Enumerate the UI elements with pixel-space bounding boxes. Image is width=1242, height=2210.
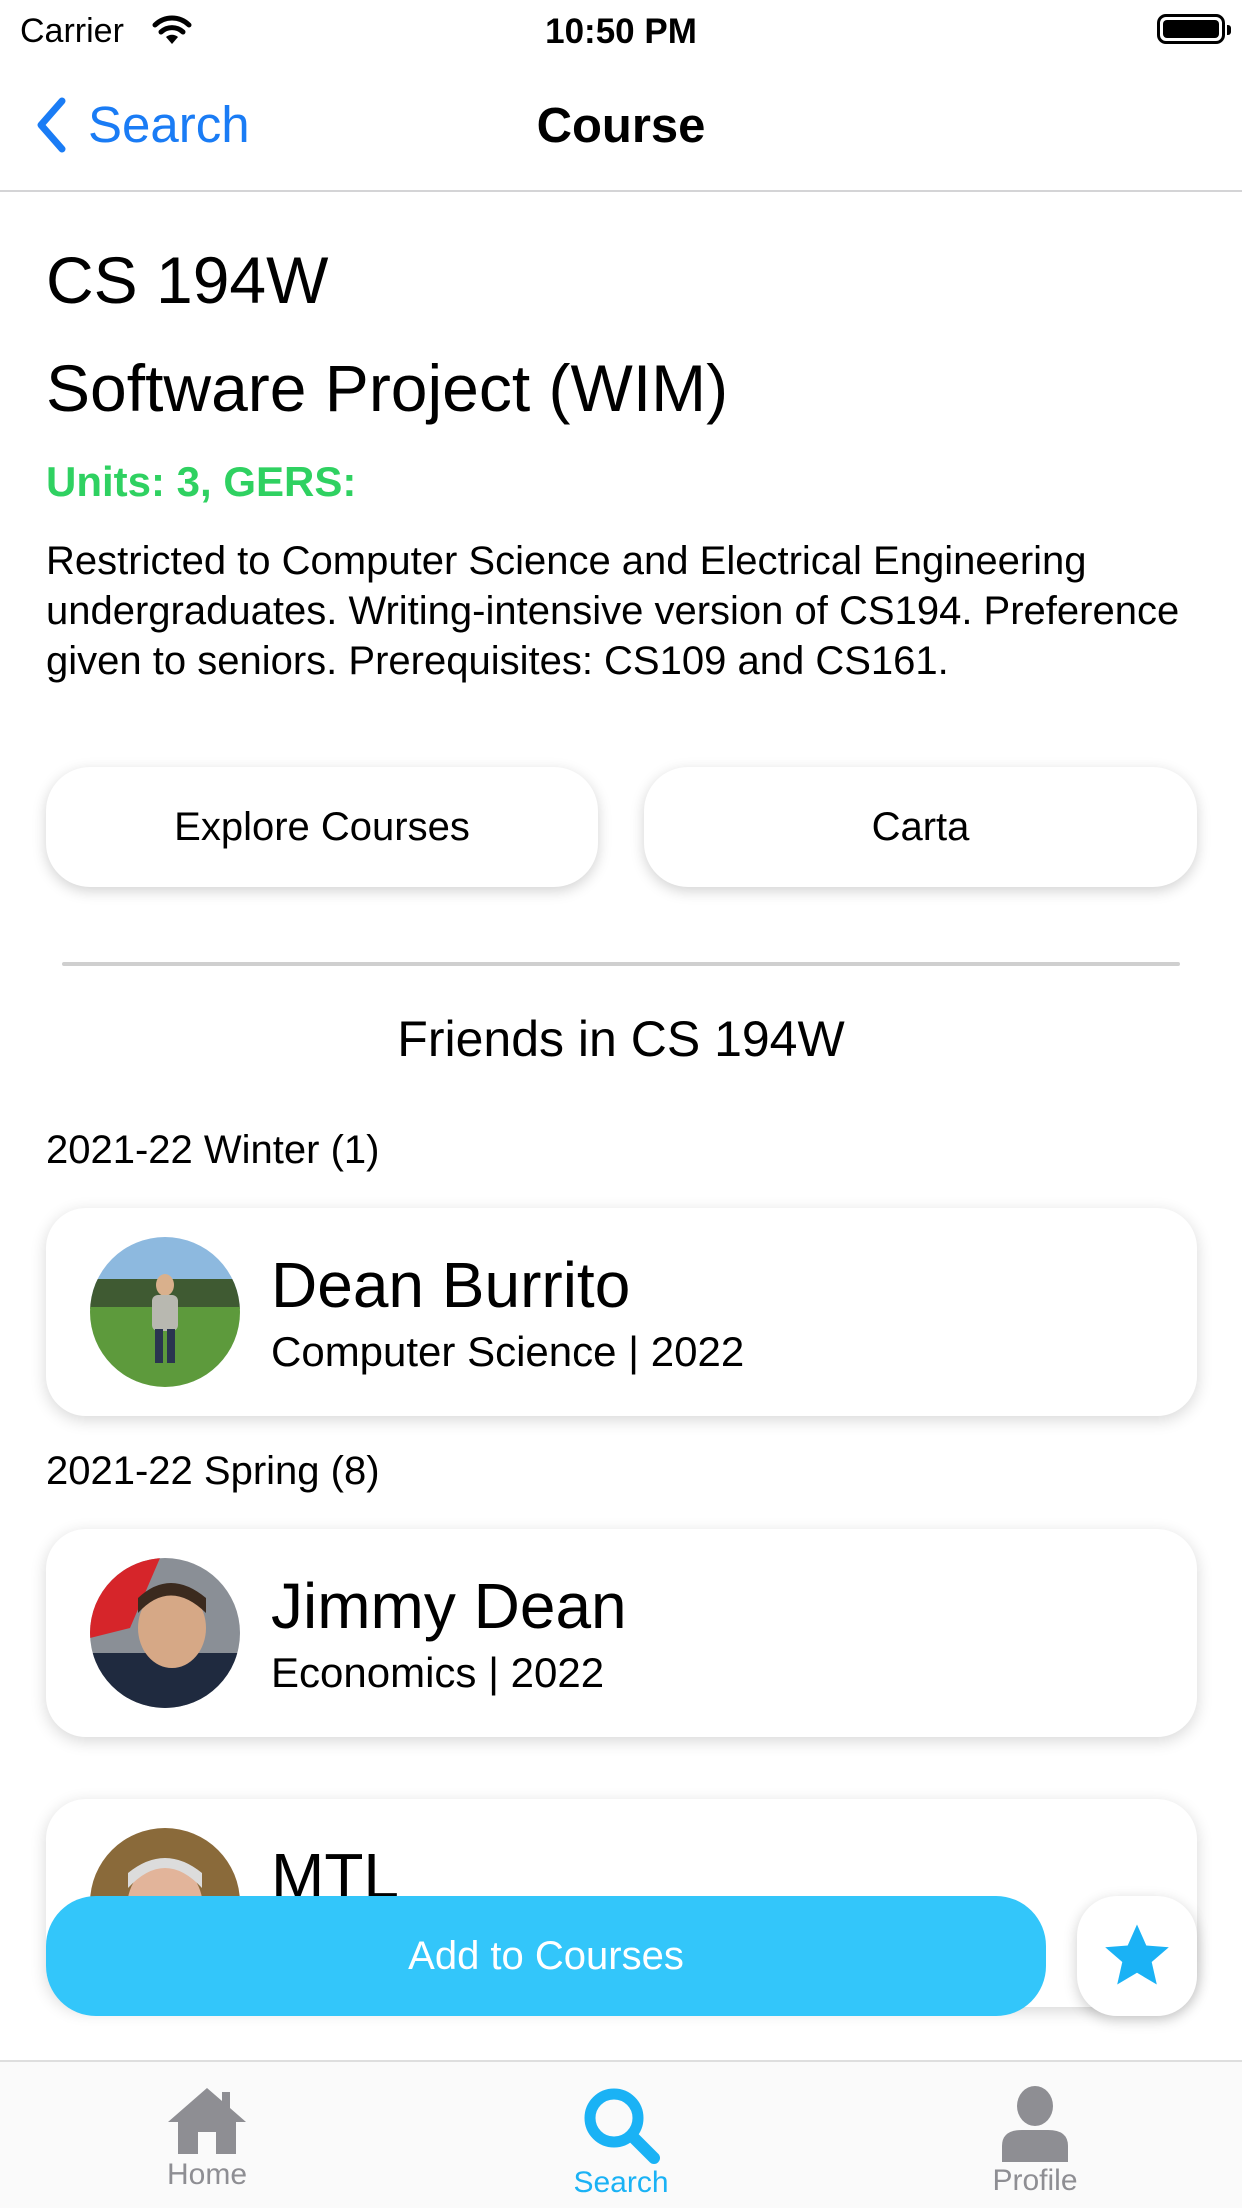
avatar: [90, 1558, 240, 1708]
house-icon: [168, 2088, 246, 2154]
friend-card[interactable]: Dean Burrito Computer Science | 2022: [46, 1208, 1197, 1416]
carta-button[interactable]: Carta: [644, 767, 1197, 887]
friend-name: Dean Burrito: [271, 1249, 631, 1321]
section-divider: [62, 962, 1180, 966]
battery-icon: [1157, 14, 1231, 44]
explore-courses-button[interactable]: Explore Courses: [46, 767, 598, 887]
nav-divider: [0, 190, 1242, 192]
course-title: Software Project (WIM): [46, 351, 729, 425]
tab-home-label: Home: [166, 2158, 248, 2191]
tab-search[interactable]: Search: [471, 2062, 771, 2210]
add-to-courses-button[interactable]: Add to Courses: [46, 1896, 1046, 2016]
tab-home[interactable]: Home: [57, 2062, 357, 2210]
star-icon: [1105, 1924, 1169, 1985]
tab-profile[interactable]: Profile: [885, 2062, 1185, 2210]
tab-profile-label: Profile: [992, 2164, 1078, 2197]
search-icon: [584, 2088, 660, 2164]
tab-search-label: Search: [573, 2166, 669, 2199]
friend-name: Jimmy Dean: [271, 1570, 627, 1642]
person-icon: [1002, 2086, 1068, 2162]
friend-subtitle: Economics | 2022: [271, 1649, 605, 1696]
status-time: 10:50 PM: [545, 12, 697, 51]
favorite-button[interactable]: [1077, 1896, 1197, 2016]
avatar: [90, 1237, 240, 1387]
page-title: Course: [536, 99, 706, 153]
tab-bar: Home Search Profile: [0, 2060, 1242, 2208]
units-gers-label: Units: 3, GERS:: [46, 458, 357, 505]
friend-subtitle: Computer Science | 2022: [271, 1328, 745, 1375]
friends-heading: Friends in CS 194W: [397, 1011, 845, 1067]
term-label-spring: 2021-22 Spring (8): [46, 1449, 380, 1493]
term-label-winter: 2021-22 Winter (1): [46, 1128, 380, 1172]
course-code: CS 194W: [46, 243, 329, 317]
course-description: Restricted to Computer Science and Elect…: [46, 539, 1180, 683]
friend-card[interactable]: Jimmy Dean Economics | 2022: [46, 1529, 1197, 1737]
